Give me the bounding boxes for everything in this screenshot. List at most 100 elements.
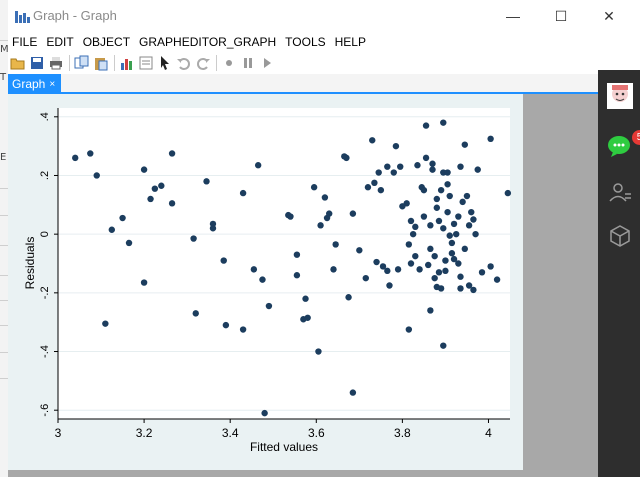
y-tick-label: -.4 — [39, 345, 51, 358]
data-point — [461, 141, 468, 148]
data-point — [287, 213, 294, 220]
data-point — [448, 239, 456, 247]
maximize-button[interactable]: ☐ — [538, 0, 584, 32]
copy-icon[interactable] — [73, 54, 91, 72]
data-point — [431, 252, 438, 260]
data-point — [203, 178, 210, 185]
data-point — [384, 267, 391, 275]
data-point — [409, 230, 417, 238]
x-tick-label: 3 — [55, 426, 62, 440]
data-point — [429, 160, 436, 167]
data-point — [433, 204, 441, 211]
data-point — [412, 223, 419, 231]
data-point — [220, 257, 227, 264]
plot-area — [58, 108, 510, 419]
menu-grapheditor-graph[interactable]: GRAPHEDITOR_GRAPH — [135, 35, 281, 49]
contacts-icon[interactable] — [606, 178, 634, 206]
data-point — [427, 307, 434, 314]
plot-region: -.6 -.4 -.2 0 .2 .4 3 3.2 3.4 3.6 3.8 4 Fitted valu… — [8, 94, 523, 470]
data-point — [440, 342, 447, 349]
data-point — [405, 241, 413, 248]
data-point — [356, 247, 363, 254]
data-point — [437, 186, 445, 194]
data-point — [429, 166, 436, 173]
data-point — [452, 230, 460, 238]
menu-file[interactable]: FILE — [8, 35, 42, 49]
pause-icon[interactable] — [239, 54, 257, 72]
data-point — [493, 276, 501, 283]
data-point — [427, 222, 434, 229]
tab-graph[interactable]: Graph × — [8, 74, 62, 94]
data-point — [412, 252, 419, 260]
menu-edit[interactable]: EDIT — [42, 35, 78, 49]
play-icon[interactable] — [258, 54, 276, 72]
print-icon[interactable] — [47, 54, 65, 72]
data-point — [397, 163, 404, 170]
data-point — [321, 194, 329, 201]
open-icon[interactable] — [9, 54, 27, 72]
data-point — [222, 321, 230, 329]
data-point — [371, 179, 378, 187]
data-point — [472, 230, 479, 238]
data-point — [265, 302, 273, 310]
paste-icon[interactable] — [92, 54, 110, 72]
data-point — [375, 169, 382, 176]
pointer-icon[interactable] — [156, 54, 174, 72]
data-point — [386, 282, 393, 289]
data-point — [239, 326, 247, 333]
y-tick-label: -.2 — [39, 286, 51, 299]
cube-icon[interactable] — [606, 222, 634, 250]
data-point — [261, 409, 268, 417]
properties-icon[interactable] — [137, 54, 155, 72]
data-point — [455, 213, 462, 220]
data-point — [504, 189, 512, 197]
data-point — [394, 266, 402, 273]
data-point — [373, 258, 380, 266]
toolbar-separator — [216, 55, 217, 71]
data-point — [293, 272, 301, 279]
y-tick-label: 0 — [39, 231, 51, 237]
data-point — [440, 225, 447, 232]
data-point — [168, 150, 176, 157]
data-point — [457, 285, 464, 292]
undo-icon[interactable] — [175, 54, 193, 72]
close-button[interactable]: ✕ — [586, 0, 632, 32]
data-point — [457, 273, 464, 280]
chat-icon[interactable] — [606, 132, 634, 160]
data-point — [93, 172, 100, 179]
data-point — [431, 274, 438, 282]
avatar[interactable] — [606, 82, 634, 110]
data-point — [259, 276, 266, 283]
data-point — [478, 269, 486, 276]
y-tick-label: .2 — [39, 171, 51, 180]
menu-tools[interactable]: TOOLS — [281, 35, 330, 49]
title-bar[interactable]: Graph - Graph — ☐ ✕ — [8, 0, 640, 32]
tab-graph-label: Graph — [12, 77, 46, 91]
menu-object[interactable]: OBJECT — [79, 35, 135, 49]
y-tick-label: -.6 — [39, 404, 51, 417]
data-point — [304, 314, 311, 321]
data-point — [168, 200, 176, 207]
data-point — [422, 154, 430, 162]
tab-bar: Graph × — [8, 74, 598, 94]
menu-help[interactable]: HELP — [331, 35, 371, 49]
tab-close-icon[interactable]: × — [49, 79, 55, 90]
unread-badge: 5 — [632, 130, 640, 145]
data-point — [250, 266, 258, 273]
graph-canvas[interactable]: -.6 -.4 -.2 0 .2 .4 3 3.2 3.4 3.6 3.8 4 Fitted valu… — [8, 94, 598, 477]
data-point — [345, 294, 352, 301]
record-icon[interactable] — [220, 54, 238, 72]
chart-icon[interactable] — [118, 54, 136, 72]
redo-icon[interactable] — [194, 54, 212, 72]
data-point — [190, 235, 197, 242]
data-point — [140, 279, 148, 286]
save-icon[interactable] — [28, 54, 46, 72]
data-point — [444, 181, 451, 188]
data-point — [315, 348, 322, 355]
data-point — [446, 192, 453, 200]
data-point — [457, 163, 464, 170]
minimize-button[interactable]: — — [490, 0, 536, 32]
x-tick-label: 3.8 — [394, 426, 411, 440]
data-point — [384, 163, 391, 170]
data-point — [192, 310, 199, 317]
